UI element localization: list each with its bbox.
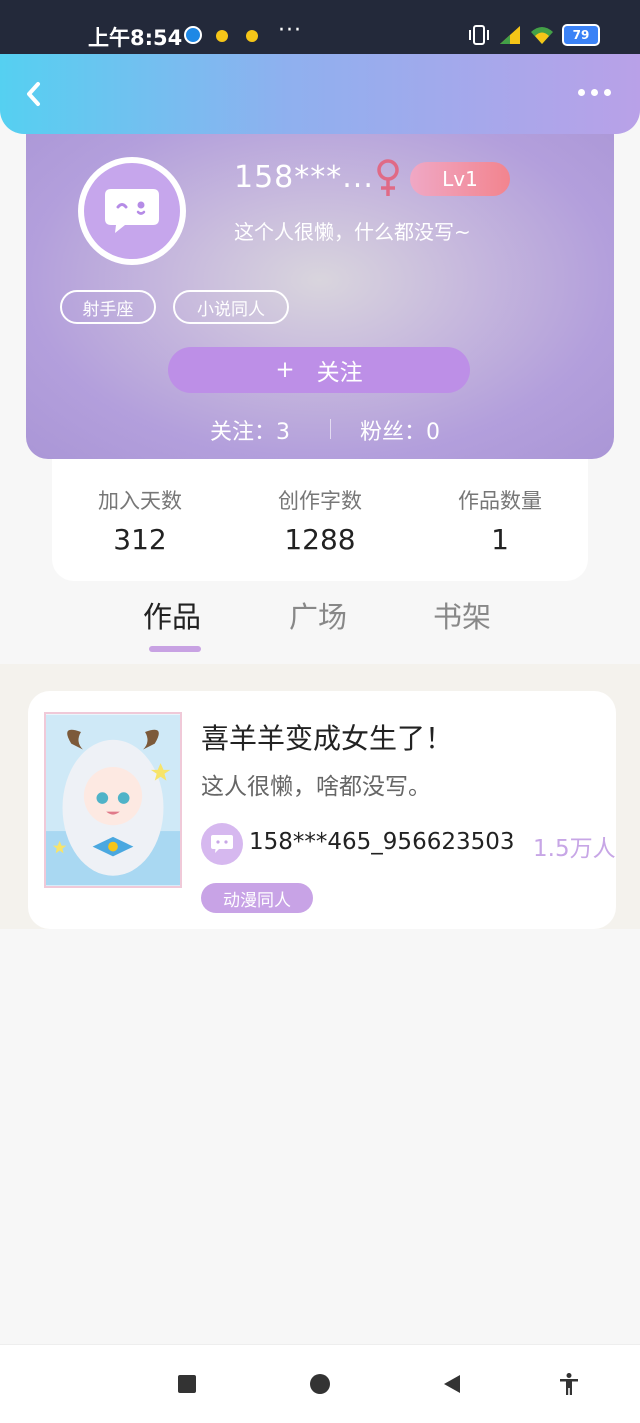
avatar[interactable] <box>78 157 186 265</box>
stat-value: 312 <box>113 523 167 556</box>
follow-stats: 关注：3 粉丝：0 <box>26 414 614 446</box>
level-badge: Lv1 <box>410 162 510 196</box>
dot-icon <box>578 88 585 96</box>
recent-apps-button[interactable] <box>175 1372 199 1396</box>
status-time: 上午8:54 <box>88 26 183 50</box>
status-icons: 79 <box>468 24 600 46</box>
signal-icon <box>500 26 520 44</box>
divider <box>330 419 331 439</box>
user-bio: 这个人很懒，什么都没写~ <box>234 220 471 244</box>
profile-card: 158***... Lv1 这个人很懒，什么都没写~ 射手座 小说同人 + 关注… <box>26 134 614 459</box>
stats-card: 加入天数 312 创作字数 1288 作品数量 1 <box>52 459 588 581</box>
plus-icon: + <box>275 357 295 383</box>
chevron-left-icon <box>27 82 40 106</box>
top-nav <box>0 54 640 134</box>
vibrate-icon <box>469 25 489 45</box>
female-icon <box>377 159 399 196</box>
stat-value: 1288 <box>284 523 356 556</box>
author-name: 158***465_956623503 <box>249 829 515 855</box>
tag-category[interactable]: 小说同人 <box>173 290 289 324</box>
accessibility-icon[interactable] <box>557 1372 581 1396</box>
stat-label: 创作字数 <box>278 489 362 513</box>
notification-dot-icon <box>246 30 258 42</box>
category-tag[interactable]: 动漫同人 <box>201 883 313 913</box>
stat-word-count: 创作字数 1288 <box>240 485 400 556</box>
following-count[interactable]: 关注：3 <box>210 414 290 446</box>
avatar-image <box>84 163 180 259</box>
chat-bubble-icon <box>105 189 159 233</box>
back-button[interactable] <box>18 76 54 112</box>
home-button[interactable] <box>308 1372 332 1396</box>
stat-label: 作品数量 <box>458 489 542 513</box>
cover-image <box>44 712 182 888</box>
author-avatar[interactable] <box>201 823 243 865</box>
stat-label: 加入天数 <box>98 489 182 513</box>
back-nav-button[interactable] <box>440 1372 464 1396</box>
more-options-button[interactable] <box>578 82 618 102</box>
stat-value: 1 <box>491 523 509 556</box>
work-description: 这人很懒，啥都没写。 <box>201 774 431 800</box>
tab-works[interactable]: 作品 <box>143 594 201 636</box>
app-notification-icon <box>184 26 202 44</box>
more-notifications-icon: ··· <box>278 18 302 43</box>
tag-zodiac[interactable]: 射手座 <box>60 290 156 324</box>
tab-square[interactable]: 广场 <box>289 594 347 636</box>
dot-icon <box>591 88 598 96</box>
works-list: 喜羊羊变成女生了！ 这人很懒，啥都没写。 158***465_956623503… <box>0 664 640 929</box>
chat-bubble-icon <box>211 835 233 853</box>
dot-icon <box>604 88 611 96</box>
follow-button[interactable]: + 关注 <box>168 347 470 393</box>
tab-indicator <box>149 646 201 652</box>
stat-join-days: 加入天数 312 <box>60 485 220 556</box>
follow-label: 关注 <box>316 360 363 386</box>
work-title[interactable]: 喜羊羊变成女生了！ <box>201 717 453 757</box>
followers-count[interactable]: 粉丝：0 <box>360 414 440 446</box>
wifi-icon <box>531 27 553 44</box>
battery-icon: 79 <box>562 24 600 46</box>
work-card[interactable]: 喜羊羊变成女生了！ 这人很懒，啥都没写。 158***465_956623503… <box>28 691 616 929</box>
notification-dot-icon <box>216 30 228 42</box>
stat-works-count: 作品数量 1 <box>420 485 580 556</box>
system-nav-bar <box>0 1344 640 1423</box>
username: 158***... <box>234 160 374 195</box>
tab-bookshelf[interactable]: 书架 <box>433 594 491 636</box>
popularity-count: 1.5万人气 <box>533 836 616 862</box>
